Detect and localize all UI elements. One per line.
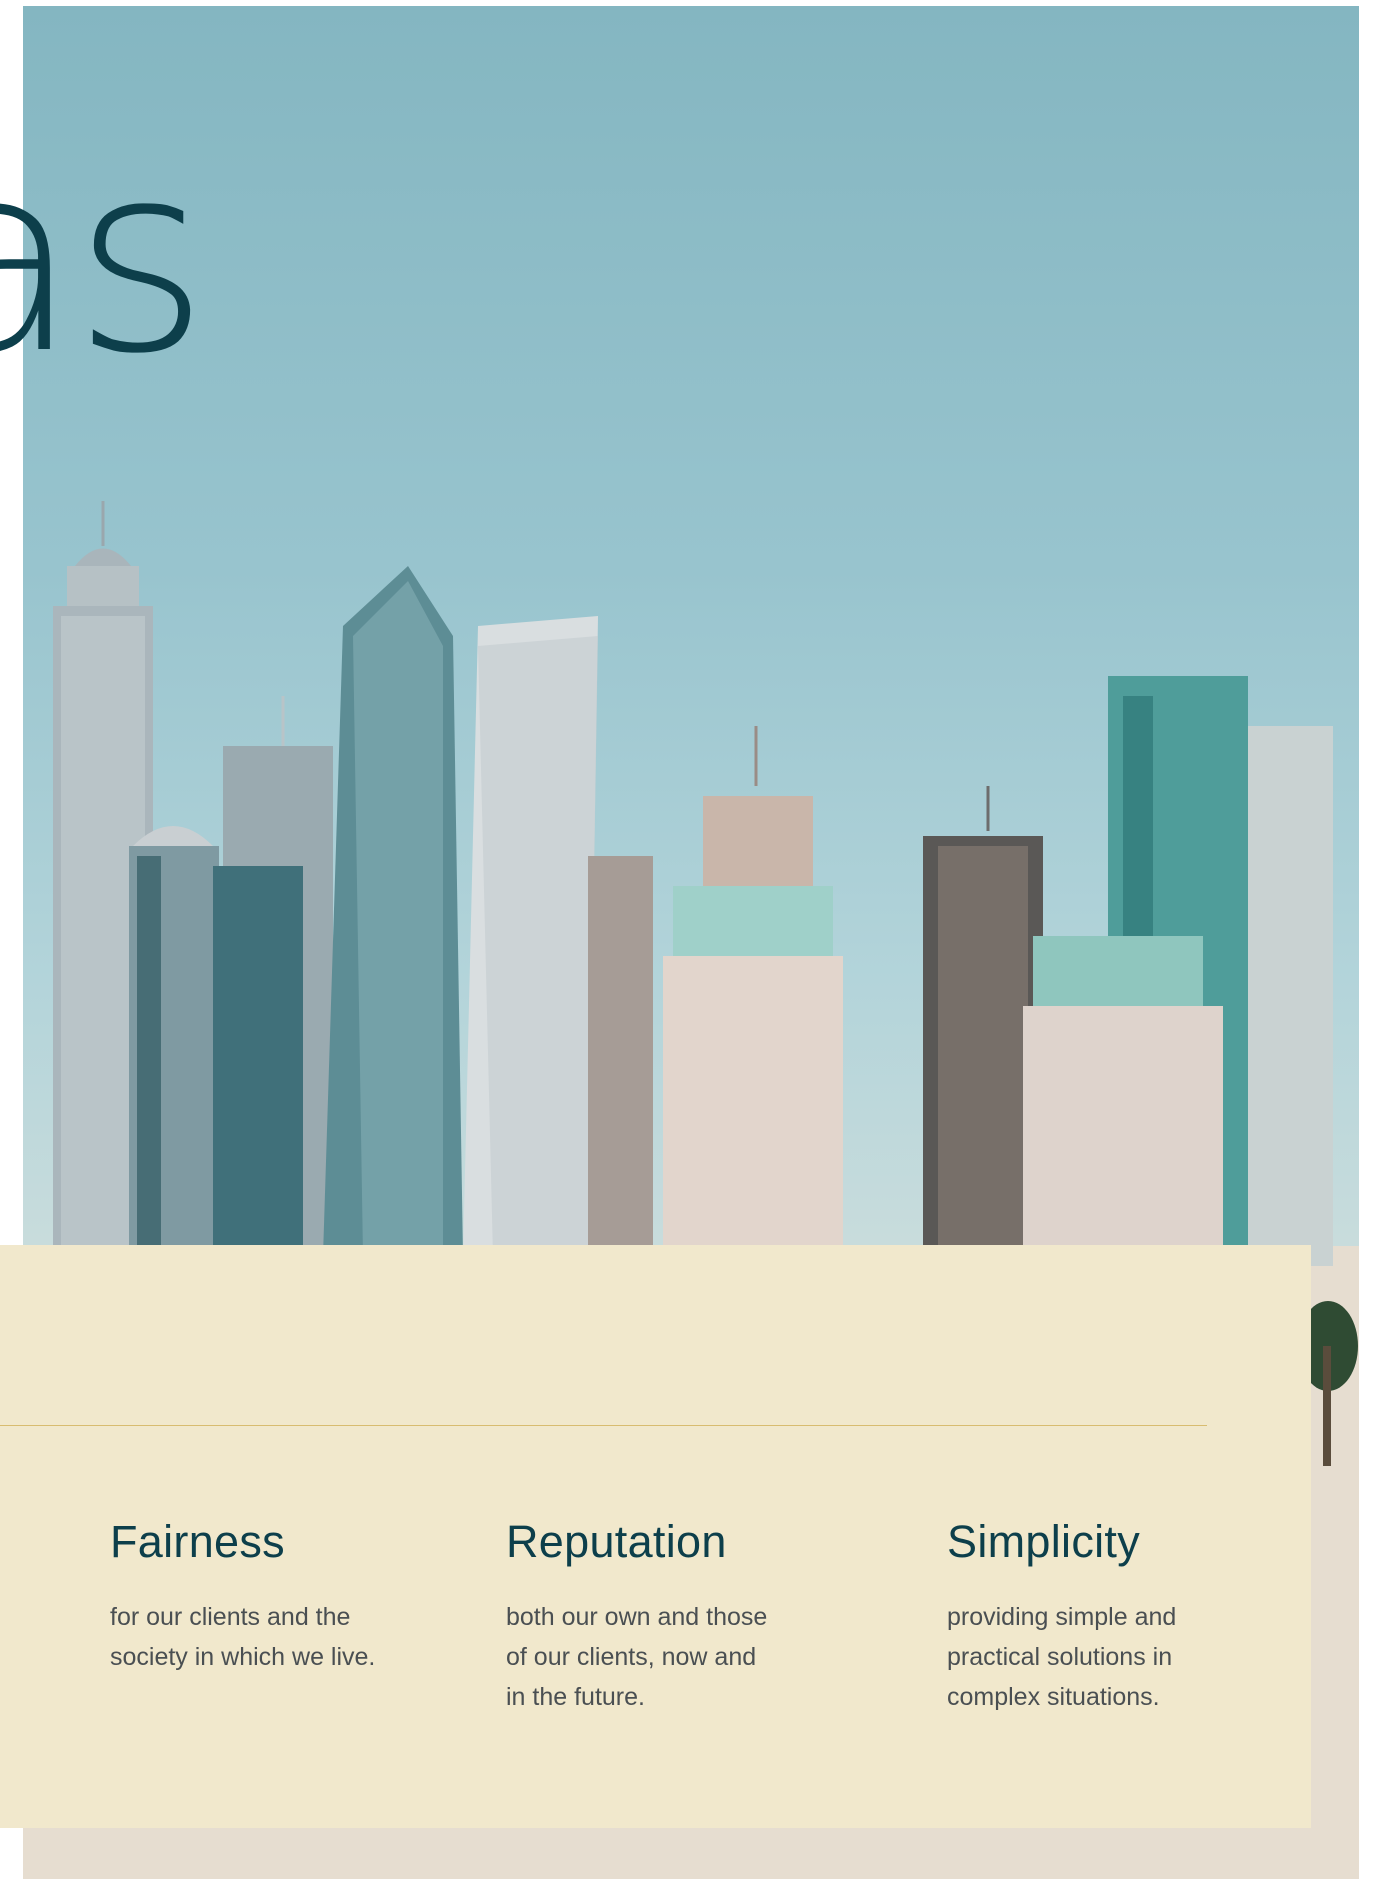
value-title: Reputation (506, 1516, 727, 1567)
value-fairness: Fairness for our clients and the society… (110, 1517, 430, 1677)
value-description: for our clients and the society in which… (110, 1602, 376, 1671)
tower-crown (213, 696, 333, 1256)
value-title: Simplicity (947, 1516, 1141, 1567)
tower-dome (129, 826, 219, 1256)
tower-hotel-right (1023, 936, 1223, 1256)
value-simplicity: Simplicity providing simple and practica… (947, 1517, 1277, 1717)
brochure-page: as Fairness for our clients and the soci… (0, 0, 1373, 1879)
tower-tapered-glass (323, 566, 463, 1256)
value-description: providing simple and practical solutions… (947, 1602, 1177, 1711)
values-panel: Fairness for our clients and the society… (0, 1245, 1311, 1828)
tower-stepped-beige (663, 726, 843, 1256)
divider-line (0, 1425, 1207, 1426)
tower-twisted (463, 616, 598, 1256)
value-description: both our own and those of our clients, n… (506, 1602, 768, 1711)
value-reputation: Reputation both our own and those of our… (506, 1517, 836, 1717)
hero-title-fragment: as (0, 109, 209, 411)
tower-construction (588, 856, 653, 1256)
value-title: Fairness (110, 1516, 285, 1567)
